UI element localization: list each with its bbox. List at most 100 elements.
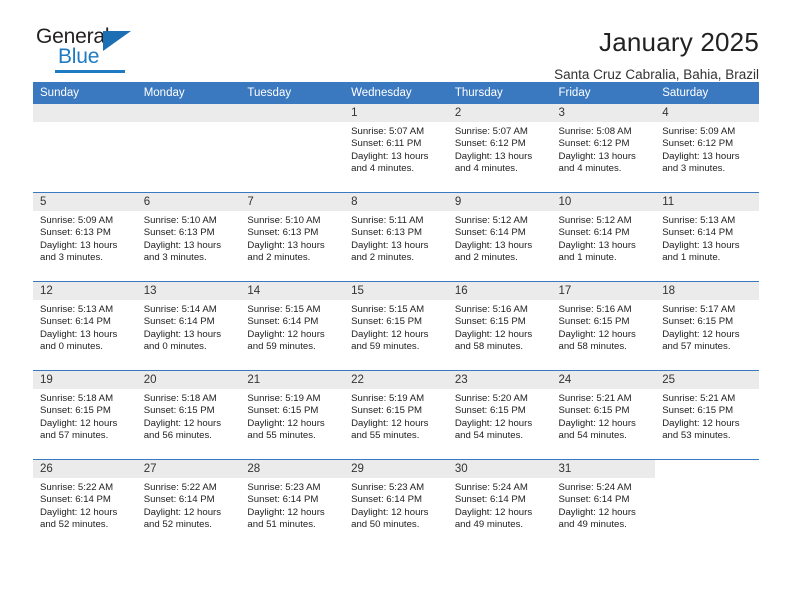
day-sun-info: Sunrise: 5:22 AM Sunset: 6:14 PM Daylight:… xyxy=(137,478,241,532)
calendar-day-cell[interactable]: 13 Sunrise: 5:14 AM Sunset: 6:14 PM Dayligh… xyxy=(136,281,241,371)
sunset-text: Sunset: 6:15 PM xyxy=(662,405,734,417)
calendar-day-cell[interactable]: 1 Sunrise: 5:07 AM Sunset: 6:11 PM Daylight… xyxy=(344,104,448,193)
daylight-text-cont: and 49 minutes. xyxy=(558,519,627,531)
calendar-day-cell[interactable]: 29 Sunrise: 5:23 AM Sunset: 6:14 PM Dayligh… xyxy=(344,459,448,548)
day-number: 10 xyxy=(551,193,656,211)
sunset-text: Sunset: 6:15 PM xyxy=(351,405,423,417)
weekday-header-friday: Friday xyxy=(551,82,656,104)
weekday-header-monday: Monday xyxy=(136,82,241,104)
day-sun-info: Sunrise: 5:13 AM Sunset: 6:14 PM Daylight:… xyxy=(33,300,137,354)
daylight-text-cont: and 4 minutes. xyxy=(351,163,415,175)
calendar-week-row: 1 Sunrise: 5:07 AM Sunset: 6:11 PM Daylight… xyxy=(33,104,759,193)
calendar-day-cell[interactable]: 23 Sunrise: 5:20 AM Sunset: 6:15 PM Dayligh… xyxy=(447,370,552,460)
sunrise-text: Sunrise: 5:10 AM xyxy=(247,215,321,226)
calendar-day-cell[interactable]: 15 Sunrise: 5:15 AM Sunset: 6:15 PM Dayligh… xyxy=(344,281,448,371)
sunrise-text: Sunrise: 5:10 AM xyxy=(143,215,217,226)
calendar-day-cell[interactable]: 21 Sunrise: 5:19 AM Sunset: 6:15 PM Dayligh… xyxy=(240,370,345,460)
calendar-day-cell[interactable]: 20 Sunrise: 5:18 AM Sunset: 6:15 PM Dayligh… xyxy=(136,370,241,460)
calendar-day-cell[interactable]: 11 Sunrise: 5:13 AM Sunset: 6:14 PM Dayligh… xyxy=(655,192,759,282)
daylight-text-cont: and 52 minutes. xyxy=(40,519,109,531)
day-sun-info: Sunrise: 5:09 AM Sunset: 6:13 PM Daylight:… xyxy=(33,211,137,265)
calendar-day-cell[interactable]: 19 Sunrise: 5:18 AM Sunset: 6:15 PM Dayligh… xyxy=(33,370,137,460)
daylight-text-cont: and 51 minutes. xyxy=(247,519,316,531)
calendar-day-cell[interactable]: 16 Sunrise: 5:16 AM Sunset: 6:15 PM Dayligh… xyxy=(447,281,552,371)
daylight-text-cont: and 54 minutes. xyxy=(454,430,524,442)
day-number: 26 xyxy=(33,460,137,478)
weekday-header-wednesday: Wednesday xyxy=(344,82,448,104)
calendar-day-cell[interactable]: 31 Sunrise: 5:24 AM Sunset: 6:14 PM Dayligh… xyxy=(551,459,656,548)
sunrise-text: Sunrise: 5:07 AM xyxy=(454,126,528,137)
day-number: 31 xyxy=(551,460,656,478)
calendar-day-cell[interactable]: 6 Sunrise: 5:10 AM Sunset: 6:13 PM Daylight… xyxy=(136,192,241,282)
day-number: 21 xyxy=(240,371,345,389)
day-sun-info: Sunrise: 5:07 AM Sunset: 6:11 PM Daylight:… xyxy=(344,122,448,176)
weekday-header-tuesday: Tuesday xyxy=(240,82,345,104)
daylight-text: Daylight: 12 hours xyxy=(662,328,740,340)
calendar-day-cell[interactable]: 17 Sunrise: 5:16 AM Sunset: 6:15 PM Dayligh… xyxy=(551,281,656,371)
sunset-text: Sunset: 6:14 PM xyxy=(662,227,734,239)
daylight-text-cont: and 1 minute. xyxy=(662,252,721,264)
calendar-page: General Blue January 2025 Santa Cruz Cab… xyxy=(0,0,792,612)
calendar-day-cell[interactable]: 28 Sunrise: 5:23 AM Sunset: 6:14 PM Dayligh… xyxy=(240,459,345,548)
calendar-day-cell[interactable]: 26 Sunrise: 5:22 AM Sunset: 6:14 PM Dayligh… xyxy=(33,459,137,548)
sunset-text: Sunset: 6:13 PM xyxy=(247,227,319,239)
daylight-text: Daylight: 13 hours xyxy=(143,239,222,251)
daylight-text: Daylight: 12 hours xyxy=(247,328,325,340)
daylight-text: Daylight: 12 hours xyxy=(351,506,429,518)
calendar-day-cell[interactable]: 9 Sunrise: 5:12 AM Sunset: 6:14 PM Daylight… xyxy=(447,192,552,282)
sunrise-text: Sunrise: 5:19 AM xyxy=(351,393,425,404)
day-sun-info: Sunrise: 5:12 AM Sunset: 6:14 PM Daylight:… xyxy=(448,211,552,265)
day-number xyxy=(240,104,345,122)
sunset-text: Sunset: 6:14 PM xyxy=(247,494,319,506)
calendar-day-cell[interactable]: 3 Sunrise: 5:08 AM Sunset: 6:12 PM Daylight… xyxy=(551,104,656,193)
calendar-day-cell[interactable]: 30 Sunrise: 5:24 AM Sunset: 6:14 PM Dayligh… xyxy=(447,459,552,548)
day-sun-info: Sunrise: 5:18 AM Sunset: 6:15 PM Daylight:… xyxy=(33,389,137,443)
sunrise-text: Sunrise: 5:18 AM xyxy=(40,393,114,404)
day-sun-info: Sunrise: 5:18 AM Sunset: 6:15 PM Daylight:… xyxy=(137,389,241,443)
calendar-day-cell[interactable]: 4 Sunrise: 5:09 AM Sunset: 6:12 PM Daylight… xyxy=(655,104,759,193)
sunset-text: Sunset: 6:15 PM xyxy=(662,316,734,328)
sunrise-text: Sunrise: 5:18 AM xyxy=(143,393,217,404)
sunrise-text: Sunrise: 5:09 AM xyxy=(662,126,736,137)
calendar-day-cell[interactable]: 5 Sunrise: 5:09 AM Sunset: 6:13 PM Daylight… xyxy=(33,192,137,282)
sunset-text: Sunset: 6:14 PM xyxy=(143,494,215,506)
daylight-text: Daylight: 12 hours xyxy=(558,506,636,518)
calendar-week-row: 19 Sunrise: 5:18 AM Sunset: 6:15 PM Dayligh… xyxy=(33,370,759,460)
logo-text-blue: Blue xyxy=(58,45,100,68)
daylight-text-cont: and 3 minutes. xyxy=(143,252,207,264)
sunrise-text: Sunrise: 5:17 AM xyxy=(662,304,736,315)
calendar-empty-cell xyxy=(655,459,759,548)
sunset-text: Sunset: 6:12 PM xyxy=(558,138,630,150)
calendar-day-cell[interactable]: 25 Sunrise: 5:21 AM Sunset: 6:15 PM Dayligh… xyxy=(655,370,759,460)
daylight-text: Daylight: 12 hours xyxy=(558,328,636,340)
calendar-day-cell[interactable]: 10 Sunrise: 5:12 AM Sunset: 6:14 PM Dayligh… xyxy=(551,192,656,282)
calendar-day-cell[interactable]: 7 Sunrise: 5:10 AM Sunset: 6:13 PM Daylight… xyxy=(240,192,345,282)
daylight-text: Daylight: 12 hours xyxy=(247,506,325,518)
calendar-day-cell[interactable]: 12 Sunrise: 5:13 AM Sunset: 6:14 PM Dayligh… xyxy=(33,281,137,371)
day-number: 7 xyxy=(240,193,345,211)
sunrise-text: Sunrise: 5:21 AM xyxy=(662,393,736,404)
calendar-empty-cell xyxy=(33,104,137,193)
daylight-text: Daylight: 12 hours xyxy=(454,328,533,340)
daylight-text: Daylight: 12 hours xyxy=(454,506,533,518)
daylight-text-cont: and 58 minutes. xyxy=(558,341,627,353)
daylight-text: Daylight: 13 hours xyxy=(40,328,118,340)
calendar-day-cell[interactable]: 14 Sunrise: 5:15 AM Sunset: 6:14 PM Dayligh… xyxy=(240,281,345,371)
calendar-day-cell[interactable]: 22 Sunrise: 5:19 AM Sunset: 6:15 PM Dayligh… xyxy=(344,370,448,460)
calendar-day-cell[interactable]: 24 Sunrise: 5:21 AM Sunset: 6:15 PM Dayligh… xyxy=(551,370,656,460)
sunset-text: Sunset: 6:13 PM xyxy=(40,227,111,239)
day-number: 5 xyxy=(33,193,137,211)
day-sun-info: Sunrise: 5:15 AM Sunset: 6:14 PM Daylight:… xyxy=(240,300,344,354)
calendar-day-cell[interactable]: 8 Sunrise: 5:11 AM Sunset: 6:13 PM Daylight… xyxy=(344,192,448,282)
calendar-day-cell[interactable]: 27 Sunrise: 5:22 AM Sunset: 6:14 PM Dayligh… xyxy=(136,459,241,548)
sunrise-text: Sunrise: 5:07 AM xyxy=(351,126,425,137)
day-number: 3 xyxy=(551,104,656,122)
daylight-text-cont: and 2 minutes. xyxy=(247,252,311,264)
general-blue-logo[interactable]: General Blue xyxy=(33,26,156,78)
daylight-text-cont: and 1 minute. xyxy=(558,252,617,264)
day-sun-info: Sunrise: 5:10 AM Sunset: 6:13 PM Daylight:… xyxy=(137,211,241,265)
calendar-day-cell[interactable]: 18 Sunrise: 5:17 AM Sunset: 6:15 PM Dayligh… xyxy=(655,281,759,371)
sunrise-text: Sunrise: 5:23 AM xyxy=(247,482,321,493)
calendar-day-cell[interactable]: 2 Sunrise: 5:07 AM Sunset: 6:12 PM Daylight… xyxy=(447,104,552,193)
day-sun-info: Sunrise: 5:23 AM Sunset: 6:14 PM Daylight:… xyxy=(240,478,344,532)
